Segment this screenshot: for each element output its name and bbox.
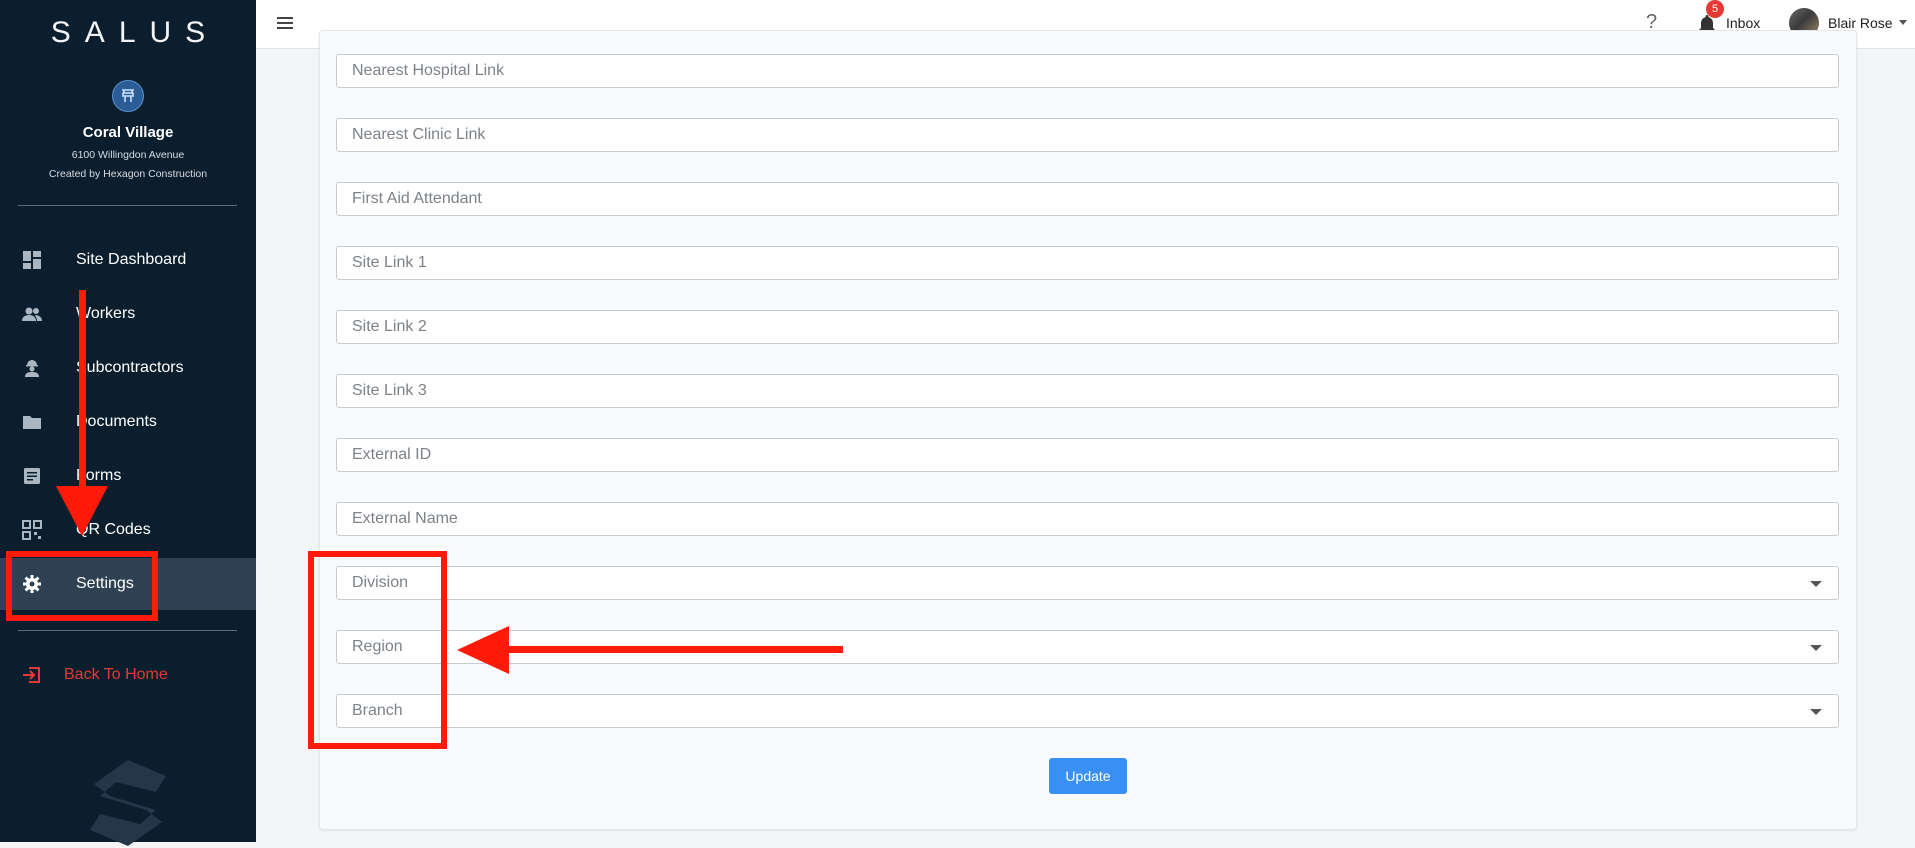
people-icon (22, 307, 42, 321)
notification-badge: 5 (1706, 0, 1724, 18)
external-name-field[interactable] (336, 502, 1839, 536)
user-menu[interactable]: Blair Rose (1828, 15, 1893, 31)
site-link-3-field[interactable] (336, 374, 1839, 408)
sidebar-item-subcontractors[interactable]: Subcontractors (0, 342, 256, 394)
exit-icon (23, 667, 40, 683)
worker-icon (25, 360, 39, 377)
sidebar-item-documents[interactable]: Documents (0, 396, 256, 448)
sidebar-item-label: Subcontractors (76, 359, 184, 376)
sidebar-divider (18, 630, 237, 631)
sidebar-item-forms[interactable]: Forms (0, 450, 256, 502)
form-icon (24, 468, 40, 484)
external-id-field[interactable] (336, 438, 1839, 472)
annotation-selects-highlight (308, 551, 447, 749)
chevron-down-icon (1810, 709, 1822, 715)
update-button[interactable]: Update (1049, 758, 1127, 794)
inbox-link[interactable]: Inbox (1726, 15, 1760, 31)
annotation-left-arrowhead (457, 626, 509, 674)
sidebar-item-site-dashboard[interactable]: Site Dashboard (0, 234, 256, 286)
chevron-down-icon[interactable] (1899, 20, 1907, 25)
annotation-left-arrow-shaft (505, 646, 843, 653)
annotation-down-arrowhead (56, 486, 108, 536)
branch-select[interactable]: Branch (336, 694, 1839, 728)
nearest-hospital-link-field[interactable] (336, 54, 1839, 88)
site-address: 6100 Willingdon Avenue (71, 149, 185, 161)
sidebar-item-qr-codes[interactable]: QR Codes (0, 504, 256, 556)
site-link-2-field[interactable] (336, 310, 1839, 344)
site-link-1-field[interactable] (336, 246, 1839, 280)
chevron-down-icon (1810, 581, 1822, 587)
dashboard-icon (23, 251, 41, 269)
sidebar-divider (18, 205, 237, 206)
sidebar-item-label: Site Dashboard (76, 251, 187, 268)
salus-watermark-logo (90, 760, 166, 846)
sidebar: SALUS Coral Village 6100 Willingdon Aven… (0, 0, 256, 846)
sidebar-item-label: Documents (76, 413, 157, 430)
qr-code-icon (22, 520, 42, 540)
annotation-down-arrow-shaft (79, 290, 86, 490)
sidebar-item-workers[interactable]: Workers (0, 288, 256, 340)
back-to-home-label: Back To Home (64, 666, 168, 683)
folder-icon (23, 416, 41, 429)
chevron-down-icon (1810, 645, 1822, 651)
division-select[interactable]: Division (336, 566, 1839, 600)
first-aid-attendant-field[interactable] (336, 182, 1839, 216)
nearest-clinic-link-field[interactable] (336, 118, 1839, 152)
site-icon (112, 80, 144, 112)
back-to-home-link[interactable]: Back To Home (0, 649, 256, 701)
annotation-settings-highlight (6, 551, 158, 621)
site-name: Coral Village (82, 124, 174, 141)
app-logo: SALUS (50, 16, 220, 49)
hamburger-menu-icon[interactable] (276, 14, 294, 32)
site-creator: Created by Hexagon Construction (48, 168, 208, 180)
